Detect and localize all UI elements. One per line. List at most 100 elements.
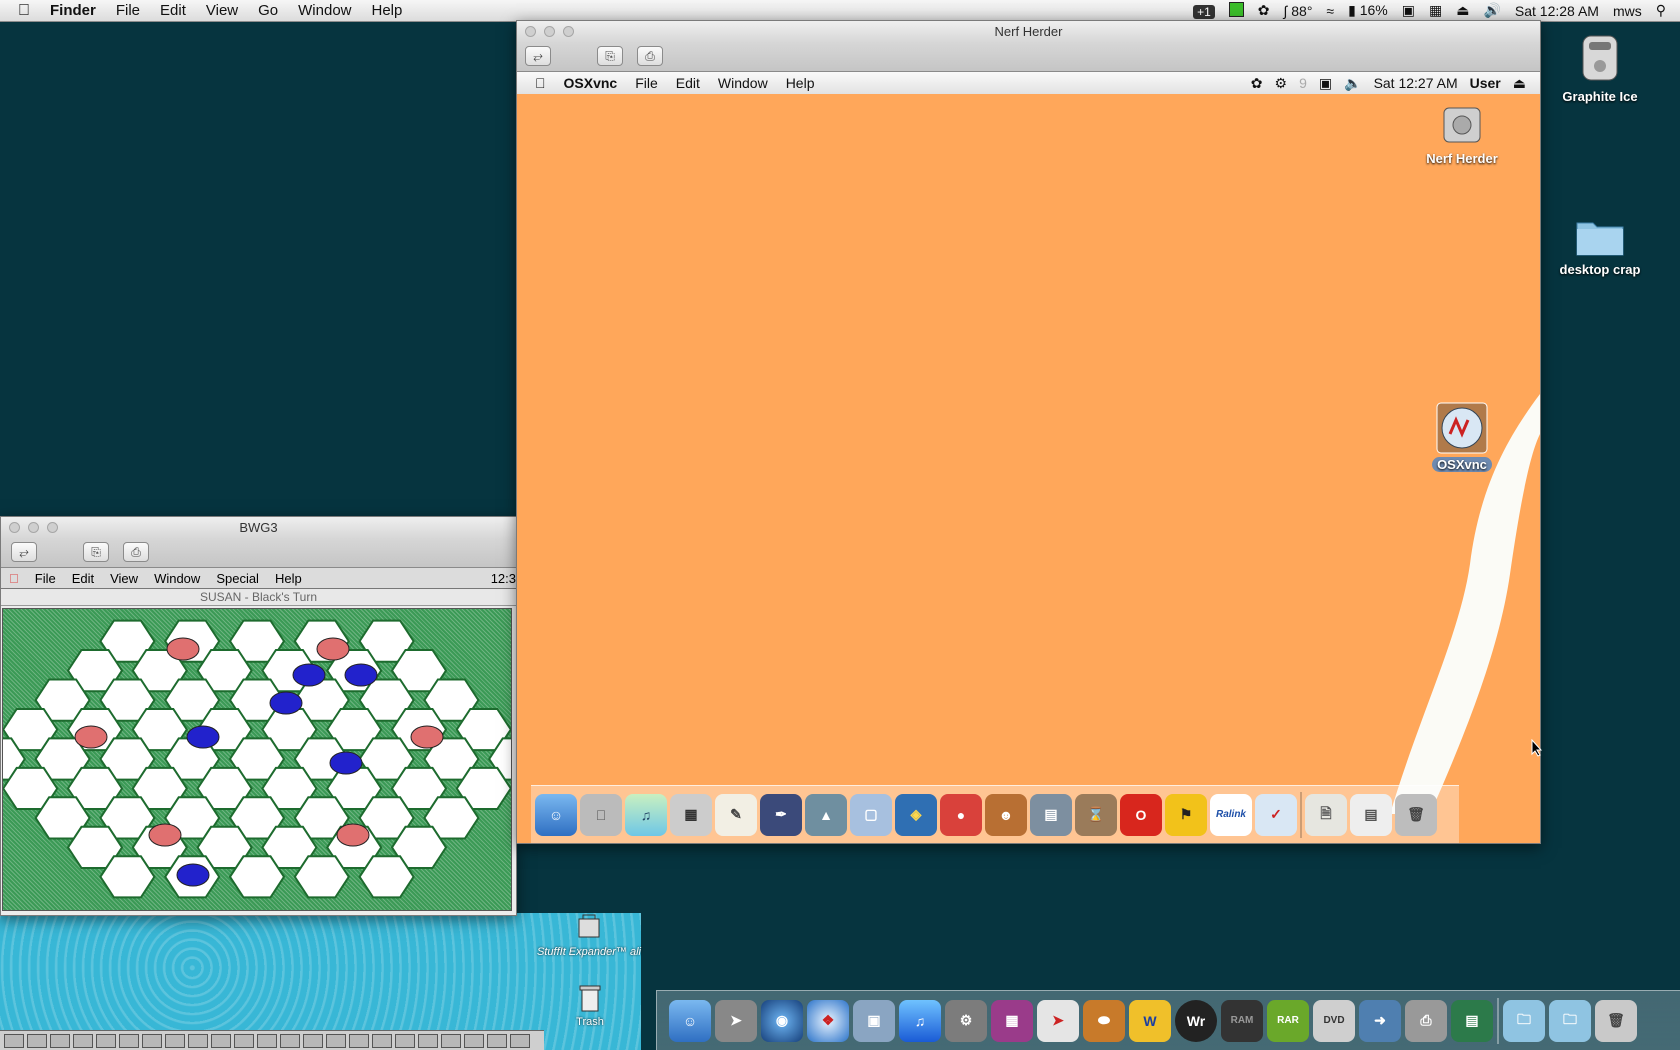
menu-window[interactable]: Window — [288, 2, 361, 19]
remote-menu-edit[interactable]: Edit — [667, 75, 709, 91]
dock-dvd-player-icon[interactable]: DVD — [1313, 999, 1355, 1042]
dock-timemachine-icon[interactable]: ⌛ — [1075, 793, 1117, 836]
dock-printer-icon[interactable]: ⎙ — [1405, 999, 1447, 1042]
remote-icon-osxvnc[interactable]: OSXvnc — [1417, 402, 1507, 472]
red-piece[interactable] — [316, 637, 350, 661]
classic-control-strip[interactable] — [0, 1030, 544, 1050]
minimize-button[interactable] — [28, 522, 39, 533]
hex-board[interactable] — [0, 609, 545, 910]
dock-viking-icon[interactable]: ☻ — [985, 793, 1027, 836]
dock-rocket-icon[interactable]: ➤ — [1037, 999, 1079, 1042]
dock-folder-icon[interactable]: 🗀 — [1503, 999, 1545, 1042]
eject-icon[interactable]: ⏏ — [1507, 75, 1540, 92]
dock-ralink-icon[interactable]: Ralink — [1210, 793, 1252, 836]
classic-trash[interactable]: Trash — [570, 983, 610, 1028]
dock-ram-icon[interactable]: RAM — [1221, 999, 1263, 1042]
dock-textedit-icon[interactable]: ✎ — [715, 793, 757, 836]
remote-apple-menu-icon[interactable]:  — [517, 75, 555, 91]
blue-piece[interactable] — [329, 751, 363, 775]
status-badge[interactable]: +1 — [1186, 3, 1222, 19]
red-piece[interactable] — [336, 823, 370, 847]
dock-documents-stack-icon[interactable]: 🗎 — [1305, 793, 1347, 836]
cpu-readout[interactable]: ▮ 16% — [1341, 2, 1395, 19]
menu-view[interactable]: View — [196, 2, 248, 19]
clipboard-receive-button[interactable]: ⎙ — [637, 46, 663, 66]
temperature-readout[interactable]: ∫ 88° — [1277, 3, 1320, 19]
clipboard-send-button[interactable]: ⎘ — [597, 46, 623, 66]
bwg3-titlebar[interactable]: BWG3 — [1, 517, 516, 539]
wifi-icon[interactable]: ≈ — [1319, 3, 1341, 19]
dock-writer-icon[interactable]: Wr — [1175, 999, 1217, 1042]
dock-taxi-icon[interactable]: ⚑ — [1165, 793, 1207, 836]
remote-menu-file[interactable]: File — [626, 75, 667, 91]
rainbow-apple-icon[interactable]:  — [1, 571, 27, 586]
dock-iphoto-icon[interactable]: ▣ — [853, 999, 895, 1042]
dock-applications-folder-icon[interactable]: 🗀 — [1549, 999, 1591, 1042]
eject-icon[interactable]: ⏏ — [1449, 2, 1476, 19]
spaces-icon[interactable]: ▦ — [1422, 2, 1449, 19]
menubar-clock[interactable]: Sat 12:28 AM — [1508, 3, 1606, 19]
clipboard-send-button[interactable]: ⎘ — [83, 542, 109, 562]
vnc-titlebar[interactable]: Nerf Herder — [517, 21, 1540, 43]
blue-piece[interactable] — [269, 691, 303, 715]
dock-itunes-icon[interactable]: ♫ — [899, 999, 941, 1042]
paw-icon[interactable]: ✿ — [1245, 75, 1269, 92]
paw-icon[interactable]: ✿ — [1251, 2, 1277, 19]
apple-menu-icon[interactable]:  — [0, 2, 40, 20]
red-piece[interactable] — [148, 823, 182, 847]
dock-screen-sharing-icon[interactable]: ➜ — [1359, 999, 1401, 1042]
menu-app-finder[interactable]: Finder — [40, 2, 106, 19]
dock-preview-icon[interactable]: ▢ — [850, 793, 892, 836]
dock-safari-icon[interactable]: ❖ — [807, 999, 849, 1042]
bwg-menu-file[interactable]: File — [27, 571, 64, 586]
menu-edit[interactable]: Edit — [150, 2, 196, 19]
dock-photo-grid-icon[interactable]: ▦ — [991, 999, 1033, 1042]
clipboard-receive-button[interactable]: ⎙ — [123, 542, 149, 562]
display-icon[interactable]: ▣ — [1313, 75, 1338, 92]
desktop-icon-graphite-ice[interactable]: Graphite Ice — [1550, 30, 1650, 104]
blue-piece[interactable] — [176, 863, 210, 887]
bwg-menu-help[interactable]: Help — [267, 571, 310, 586]
dock-keynote-icon[interactable]: ▲ — [805, 793, 847, 836]
spotlight-search-icon[interactable]: ⚲ — [1649, 2, 1680, 19]
dock-launchpad-icon[interactable]: ➤ — [715, 999, 757, 1042]
volume-icon[interactable]: 🔊 — [1476, 2, 1507, 19]
menubar-user[interactable]: mws — [1606, 3, 1649, 19]
dock-rugby-ball-icon[interactable]: ⬬ — [1083, 999, 1125, 1042]
remote-menu-help[interactable]: Help — [777, 75, 824, 91]
close-button[interactable] — [525, 26, 536, 37]
zoom-button[interactable] — [563, 26, 574, 37]
bwg-menu-view[interactable]: View — [102, 571, 146, 586]
dock-itunes-icon[interactable]: ♫ — [625, 793, 667, 836]
dock-calculator-icon[interactable]: ▦ — [670, 793, 712, 836]
dock-opera-icon[interactable]: O — [1120, 793, 1162, 836]
remote-desktop[interactable]: Nerf Herder OSXvnc ☺  ♫ ▦ ✎ ✒ ▲ ▢ ◈ ● ☻… — [517, 94, 1540, 843]
dock-system-preferences-icon[interactable]: ⚙ — [945, 999, 987, 1042]
menu-help[interactable]: Help — [362, 2, 413, 19]
blue-piece[interactable] — [186, 725, 220, 749]
remote-icon-nerf-herder[interactable]: Nerf Herder — [1417, 102, 1507, 166]
desktop-icon-desktop-crap[interactable]: desktop crap — [1550, 215, 1650, 277]
bluetooth-icon[interactable]: ⚙ — [1269, 75, 1294, 92]
bwg-menu-window[interactable]: Window — [146, 571, 208, 586]
green-status-icon[interactable] — [1222, 1, 1251, 20]
zoom-button[interactable] — [47, 522, 58, 533]
fullscreen-button[interactable]: ⥂ — [11, 542, 37, 562]
dock-fetch-icon[interactable]: ◈ — [895, 793, 937, 836]
dock-word-icon[interactable]: W — [1129, 999, 1171, 1042]
close-button[interactable] — [9, 522, 20, 533]
minimize-button[interactable] — [544, 26, 555, 37]
remote-menu-window[interactable]: Window — [709, 75, 777, 91]
dock-trash-icon[interactable]: 🗑 — [1595, 999, 1637, 1042]
remote-clock[interactable]: Sat 12:27 AM — [1368, 75, 1464, 91]
stuffit-expander-icon[interactable]: StuffIt Expander™ ali — [534, 913, 644, 958]
menu-file[interactable]: File — [106, 2, 150, 19]
bwg-menu-special[interactable]: Special — [208, 571, 267, 586]
remote-menu-app[interactable]: OSXvnc — [555, 75, 627, 91]
nine-icon[interactable]: 9 — [1293, 75, 1313, 91]
menu-go[interactable]: Go — [248, 2, 288, 19]
dock-rar-icon[interactable]: RAR — [1267, 999, 1309, 1042]
dock-globe-icon[interactable]: ◉ — [761, 999, 803, 1042]
fullscreen-button[interactable]: ⥂ — [525, 46, 551, 66]
red-piece[interactable] — [74, 725, 108, 749]
